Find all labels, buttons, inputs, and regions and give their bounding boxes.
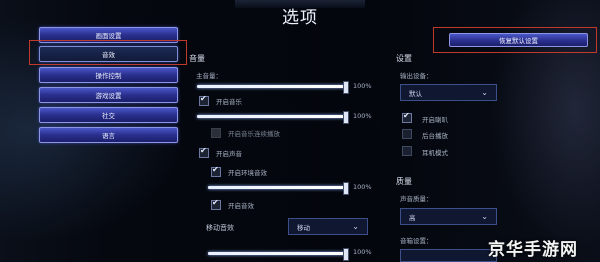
sound-checkbox[interactable] bbox=[199, 146, 209, 158]
music-volume-value: 100% bbox=[353, 112, 372, 120]
nav-item-label: 社交 bbox=[102, 112, 115, 120]
nav-item-label: 操作控制 bbox=[95, 72, 122, 80]
ambient-label: 开启环境音效 bbox=[228, 169, 267, 177]
selection-highlight bbox=[29, 40, 187, 65]
move-sfx-select[interactable]: 移动 ⌄ bbox=[288, 218, 368, 235]
slider-handle[interactable] bbox=[343, 248, 349, 261]
music-label: 开启音乐 bbox=[216, 98, 242, 106]
master-volume-slider[interactable] bbox=[197, 81, 349, 94]
slider-handle[interactable] bbox=[343, 111, 349, 124]
background-play-label: 后台播放 bbox=[422, 132, 448, 140]
sound-quality-label: 声音质量： bbox=[400, 195, 433, 203]
nav-item-label: 语言 bbox=[102, 132, 115, 140]
slider-handle[interactable] bbox=[343, 182, 349, 195]
music-loop-label: 开启音乐连续播放 bbox=[228, 130, 280, 138]
bottom-volume-value: 100% bbox=[353, 248, 372, 256]
chevron-down-icon: ⌄ bbox=[481, 88, 488, 97]
ambient-volume-value: 100% bbox=[353, 183, 372, 191]
move-sfx-label: 移动音效 bbox=[206, 224, 234, 232]
music-volume-slider[interactable] bbox=[197, 111, 349, 124]
nav-item-label: 游戏设置 bbox=[95, 92, 122, 100]
move-sfx-value: 移动 bbox=[297, 223, 310, 232]
slider-fill bbox=[197, 85, 347, 88]
watermark-text: 京华手游网 bbox=[488, 240, 578, 260]
chevron-down-icon: ⌄ bbox=[352, 222, 359, 231]
master-volume-label: 主音量： bbox=[196, 72, 222, 80]
headphone-mode-checkbox[interactable] bbox=[402, 146, 412, 156]
output-device-select[interactable]: 默认 ⌄ bbox=[400, 84, 497, 101]
slider-fill bbox=[197, 115, 347, 118]
slider-fill bbox=[208, 252, 347, 255]
sound-quality-value: 高 bbox=[409, 213, 416, 222]
output-device-value: 默认 bbox=[409, 89, 422, 98]
page-title: 选项 bbox=[282, 8, 318, 28]
slider-fill bbox=[208, 186, 347, 189]
master-volume-value: 100% bbox=[353, 82, 372, 90]
slider-handle[interactable] bbox=[343, 81, 349, 94]
nav-item-controls[interactable]: 操作控制 bbox=[39, 67, 178, 83]
nav-item-gameplay[interactable]: 游戏设置 bbox=[39, 87, 178, 103]
reset-defaults-label: 恢复默认设置 bbox=[499, 37, 538, 45]
ambient-volume-slider[interactable] bbox=[208, 182, 349, 195]
speaker-checkbox[interactable] bbox=[402, 111, 412, 123]
output-device-label: 输出设备： bbox=[400, 72, 433, 80]
nav-item-label: 画面设置 bbox=[95, 32, 122, 40]
speaker-label: 开启喇叭 bbox=[422, 116, 448, 124]
ambient-checkbox[interactable] bbox=[211, 165, 221, 177]
sound-quality-select[interactable]: 高 ⌄ bbox=[400, 208, 497, 225]
nav-item-social[interactable]: 社交 bbox=[39, 107, 178, 123]
sound-label: 开启声音 bbox=[216, 150, 242, 158]
background-play-checkbox[interactable] bbox=[402, 129, 412, 139]
speaker-setup-select[interactable] bbox=[400, 249, 497, 262]
sfx-checkbox[interactable] bbox=[211, 198, 221, 210]
headphone-mode-label: 耳机模式 bbox=[422, 149, 448, 157]
sfx-label: 开启音效 bbox=[228, 202, 254, 210]
quality-heading: 质量 bbox=[396, 177, 412, 186]
settings-heading: 设置 bbox=[396, 54, 412, 63]
reset-defaults-button[interactable]: 恢复默认设置 bbox=[449, 33, 588, 47]
nav-item-language[interactable]: 语言 bbox=[39, 127, 178, 143]
music-checkbox[interactable] bbox=[199, 94, 209, 106]
speaker-setup-label: 音箱设置： bbox=[400, 237, 433, 245]
bottom-volume-slider[interactable] bbox=[208, 248, 349, 261]
volume-heading: 音量 bbox=[189, 54, 205, 63]
chevron-down-icon: ⌄ bbox=[481, 212, 488, 221]
music-loop-checkbox[interactable] bbox=[211, 128, 221, 138]
